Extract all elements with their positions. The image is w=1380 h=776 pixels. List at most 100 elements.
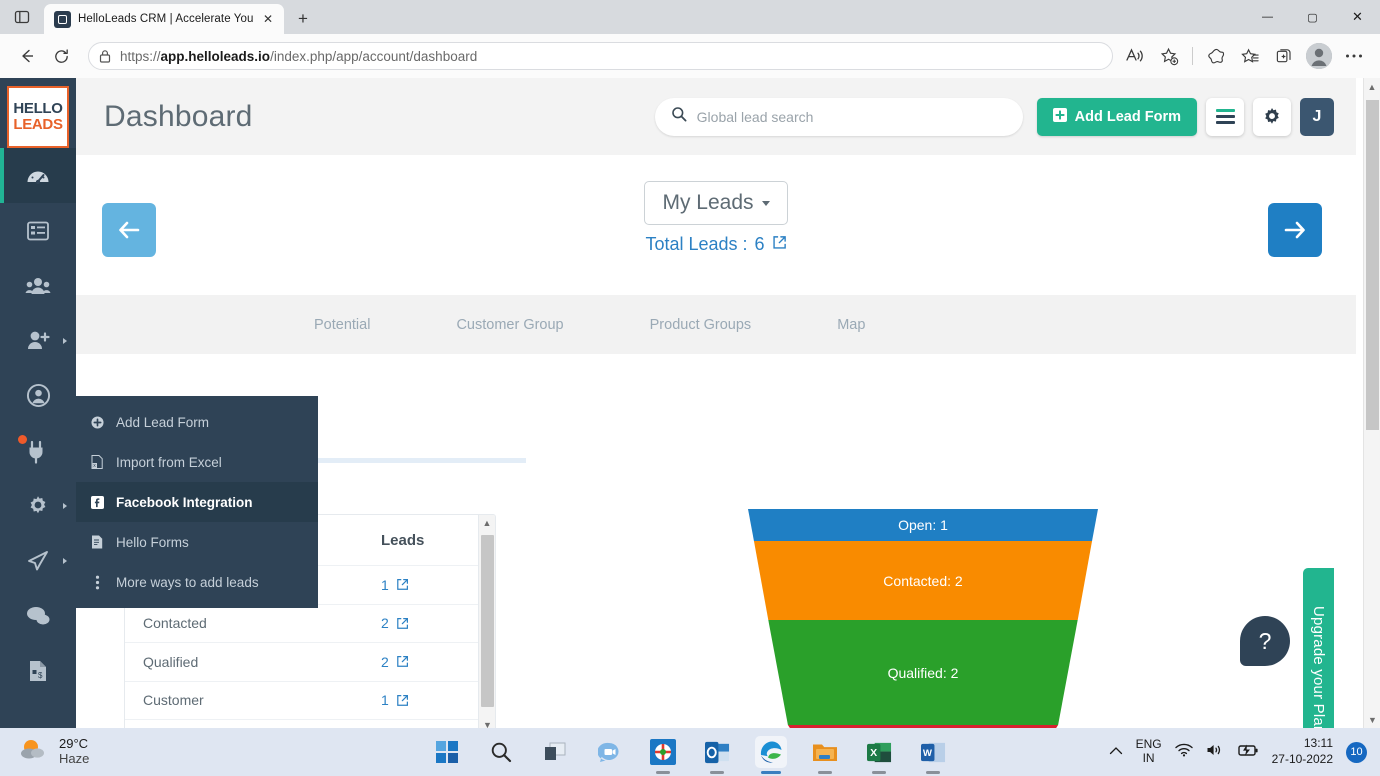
sidebar-item-leads-list[interactable] <box>0 203 76 258</box>
sidebar-item-settings[interactable] <box>0 478 76 533</box>
scrollbar-thumb[interactable] <box>481 535 494 707</box>
collections-icon[interactable] <box>1268 40 1300 72</box>
taskbar-running-indicator <box>656 771 670 774</box>
users-icon <box>25 277 51 294</box>
scroll-down-icon[interactable]: ▼ <box>1364 711 1380 728</box>
taskbar-running-indicator <box>818 771 832 774</box>
taskbar-file-explorer-button[interactable] <box>809 736 841 774</box>
table-row[interactable]: Contacted 2 <box>125 603 495 643</box>
taskbar-task-view-button[interactable] <box>539 736 571 768</box>
funnel-segment-open[interactable]: Open: 1 <box>748 509 1098 541</box>
speedometer-icon <box>27 171 49 184</box>
external-link-icon <box>396 579 408 591</box>
reload-icon[interactable] <box>44 39 78 73</box>
tab-map[interactable]: Map <box>815 317 887 333</box>
taskbar-start-button[interactable] <box>431 736 463 768</box>
helloleads-logo[interactable]: HELLO LEADS <box>7 86 69 148</box>
my-leads-dropdown[interactable]: My Leads <box>644 181 788 225</box>
sidebar-item-teams[interactable] <box>0 258 76 313</box>
table-row[interactable]: Qualified 2 <box>125 642 495 681</box>
tab-customer-group[interactable]: Customer Group <box>434 317 585 333</box>
upgrade-plan-tab[interactable]: Upgrade your Plan <box>1303 568 1334 728</box>
search-input-placeholder[interactable]: Global lead search <box>697 109 814 125</box>
row-leads[interactable]: 1 <box>381 692 477 708</box>
taskbar-search-button[interactable] <box>485 736 517 768</box>
sidebar-item-chat[interactable] <box>0 588 76 643</box>
help-button[interactable]: ? <box>1240 616 1290 666</box>
funnel-label: Open: 1 <box>898 517 948 533</box>
flyout-item-label: Import from Excel <box>116 454 222 470</box>
minimize-icon[interactable]: — <box>1245 0 1290 34</box>
settings-ellipsis-icon[interactable] <box>1338 40 1370 72</box>
svg-text:$: $ <box>38 671 43 680</box>
sidebar-item-add-lead[interactable] <box>0 313 76 368</box>
sidebar-item-integrations[interactable] <box>0 423 76 478</box>
menu-button[interactable] <box>1206 97 1244 136</box>
row-leads[interactable]: 2 <box>381 654 477 670</box>
table-row[interactable]: Inactive Customer 0 <box>125 719 495 728</box>
close-icon[interactable]: ✕ <box>260 11 276 27</box>
new-tab-button[interactable]: + <box>290 6 316 32</box>
dashboard-tabs: Potential Customer Group Product Groups … <box>76 295 1356 354</box>
external-link-icon[interactable] <box>772 234 787 255</box>
funnel-label: Contacted: 2 <box>883 572 963 589</box>
profile-avatar-icon[interactable] <box>1306 43 1332 69</box>
row-leads[interactable]: 2 <box>381 615 477 631</box>
taskbar-excel-button[interactable]: X <box>863 736 895 774</box>
list-icon <box>27 221 49 240</box>
settings-button[interactable] <box>1253 97 1291 136</box>
funnel-segment-qualified[interactable]: Qualified: 2 <box>768 620 1078 725</box>
back-icon[interactable] <box>10 39 44 73</box>
read-aloud-icon[interactable] <box>1119 40 1151 72</box>
edge-icon <box>760 741 782 763</box>
paper-plane-icon <box>28 550 48 570</box>
window-close-icon[interactable]: ✕ <box>1335 0 1380 34</box>
table-scrollbar[interactable]: ▲ ▼ <box>478 515 495 728</box>
favorites-icon[interactable] <box>1234 40 1266 72</box>
add-favorite-icon[interactable] <box>1153 40 1185 72</box>
flyout-item-hello-forms[interactable]: Hello Forms <box>76 522 318 562</box>
tab-potential[interactable]: Potential <box>292 317 392 333</box>
global-search[interactable]: Global lead search <box>654 97 1023 136</box>
taskbar-word-button[interactable]: W <box>917 736 949 774</box>
flyout-item-add-lead-form[interactable]: Add Lead Form <box>76 402 318 442</box>
taskbar-chat-button[interactable] <box>593 736 625 768</box>
row-status: Contacted <box>143 615 207 632</box>
page-scrollbar[interactable]: ▲ ▼ <box>1363 78 1380 728</box>
vertical-dots-icon <box>90 575 104 590</box>
user-avatar[interactable]: J <box>1300 97 1334 136</box>
browser-tab[interactable]: HelloLeads CRM | Accelerate You ✕ <box>44 4 284 34</box>
taskbar-edge-button[interactable] <box>755 736 787 774</box>
flyout-item-facebook-integration[interactable]: Facebook Integration <box>76 482 318 522</box>
sidebar-item-dashboard[interactable] <box>0 148 76 203</box>
chevron-right-icon <box>63 502 67 509</box>
scroll-up-icon[interactable]: ▲ <box>1364 78 1380 95</box>
table-row[interactable]: Customer 1 <box>125 680 495 720</box>
taskbar-running-indicator <box>926 771 940 774</box>
outlook-icon <box>704 741 729 763</box>
sidebar-item-reports[interactable]: $ <box>0 643 76 698</box>
tab-product-groups[interactable]: Product Groups <box>628 317 774 333</box>
browser-tab-title: HelloLeads CRM | Accelerate You <box>78 13 253 25</box>
scrollbar-thumb[interactable] <box>1366 100 1379 430</box>
address-bar[interactable]: https://app.helloleads.io/index.php/app/… <box>88 42 1113 70</box>
flyout-item-import-from-excel[interactable]: x Import from Excel <box>76 442 318 482</box>
tab-search-button[interactable] <box>0 0 44 34</box>
next-button[interactable] <box>1268 203 1322 257</box>
search-icon <box>671 106 687 127</box>
split-screen-icon[interactable] <box>1200 40 1232 72</box>
taskbar-app-button[interactable] <box>647 736 679 774</box>
sidebar-item-campaigns[interactable] <box>0 533 76 588</box>
funnel-segment-contacted[interactable]: Contacted: 2 <box>753 541 1093 620</box>
app-sidebar: HELLO LEADS $ <box>0 78 76 728</box>
total-leads[interactable]: Total Leads : 6 <box>76 234 1356 255</box>
taskbar-outlook-button[interactable] <box>701 736 733 774</box>
row-leads[interactable]: 1 <box>381 577 477 593</box>
scroll-up-icon[interactable]: ▲ <box>479 515 495 531</box>
sidebar-item-profile[interactable] <box>0 368 76 423</box>
flyout-item-more-ways[interactable]: More ways to add leads <box>76 562 318 602</box>
add-lead-form-button[interactable]: Add Lead Form <box>1036 97 1197 136</box>
gear-icon <box>1265 107 1279 124</box>
maximize-icon[interactable]: ▢ <box>1290 0 1335 34</box>
scroll-down-icon[interactable]: ▼ <box>479 717 495 728</box>
